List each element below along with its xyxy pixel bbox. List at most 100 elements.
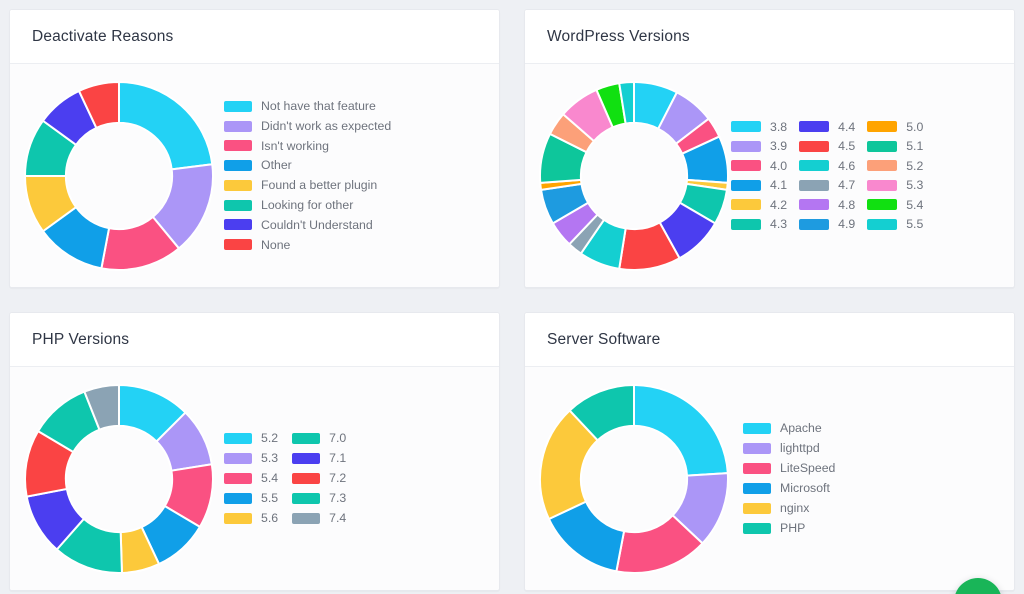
legend-item[interactable]: Isn't working	[224, 136, 391, 156]
legend-item[interactable]: 5.2	[224, 429, 278, 449]
donut-segment[interactable]	[118, 80, 214, 170]
legend-swatch-icon	[799, 140, 830, 152]
legend-item[interactable]: 7.3	[292, 489, 346, 509]
legend-label: 4.1	[770, 178, 788, 193]
card-title: WordPress Versions	[547, 27, 690, 45]
chart-legend-php-versions: 5.2 5.3 5.4 5.5 5.6 7.0 7.1 7.2 7.3 7.4	[214, 429, 485, 529]
legend-item[interactable]: 5.0	[867, 117, 923, 137]
legend-item[interactable]: 5.2	[867, 156, 923, 176]
legend-item[interactable]: PHP	[743, 519, 835, 539]
donut-chart-server-software[interactable]	[539, 383, 729, 574]
legend-swatch-icon	[743, 423, 771, 434]
card-deactivate-reasons: Deactivate Reasons Not have that feature…	[9, 9, 500, 288]
legend-item[interactable]: 5.3	[867, 176, 923, 196]
legend-swatch-icon	[867, 121, 898, 133]
legend-label: 7.1	[329, 451, 347, 466]
legend-swatch-icon	[224, 160, 252, 172]
legend-column: Apache lighttpd LiteSpeed Microsoft nginx PHP	[743, 419, 835, 539]
legend-swatch-icon	[743, 483, 771, 494]
card-title: Deactivate Reasons	[32, 27, 174, 45]
legend-swatch-icon	[224, 453, 252, 464]
legend-swatch-icon	[224, 513, 252, 524]
legend-item[interactable]: 4.8	[799, 195, 855, 215]
legend-item[interactable]: Other	[224, 156, 391, 176]
legend-item[interactable]: 5.4	[224, 469, 278, 489]
donut-chart-php-versions[interactable]	[24, 383, 214, 574]
legend-item[interactable]: 5.5	[867, 215, 923, 235]
donut-chart-deactivate-reasons[interactable]	[24, 80, 214, 271]
card-body: Not have that feature Didn't work as expe…	[10, 64, 499, 287]
legend-item[interactable]: 5.4	[867, 195, 923, 215]
legend-label: 5.5	[261, 491, 279, 506]
legend-label: 7.4	[329, 511, 347, 526]
card-body: 3.8 3.9 4.0 4.1 4.2 4.3 4.4 4.5 4.6 4.7 4.8 4.9 5.0 5…	[525, 64, 1014, 287]
legend-column: 4.4 4.5 4.6 4.7 4.8 4.9	[799, 117, 855, 234]
legend-label: Looking for other	[261, 198, 354, 213]
legend-item[interactable]: lighttpd	[743, 439, 835, 459]
chart-legend-wordpress-versions: 3.8 3.9 4.0 4.1 4.2 4.3 4.4 4.5 4.6 4.7 4.8 4.9 5.0 5…	[729, 117, 1000, 234]
legend-label: Isn't working	[261, 138, 329, 153]
legend-item[interactable]: Couldn't Understand	[224, 215, 391, 235]
legend-item[interactable]: 5.5	[224, 489, 278, 509]
chart-legend-server-software: Apache lighttpd LiteSpeed Microsoft nginx PHP	[729, 419, 1000, 539]
legend-item[interactable]: 4.9	[799, 215, 855, 235]
legend-label: Didn't work as expected	[261, 118, 392, 133]
legend-item[interactable]: 4.6	[799, 156, 855, 176]
legend-label: 4.0	[770, 158, 788, 173]
legend-swatch-icon	[224, 179, 252, 191]
legend-item[interactable]: Microsoft	[743, 479, 835, 499]
legend-swatch-icon	[731, 199, 761, 211]
legend-item[interactable]: None	[224, 235, 391, 255]
chart-legend-deactivate-reasons: Not have that feature Didn't work as expe…	[214, 96, 485, 254]
legend-item[interactable]: 7.0	[292, 429, 346, 449]
legend-item[interactable]: nginx	[743, 499, 835, 519]
legend-item[interactable]: Apache	[743, 419, 835, 439]
legend-swatch-icon	[224, 219, 252, 231]
legend-swatch-icon	[224, 199, 252, 211]
legend-swatch-icon	[731, 218, 761, 230]
donut-svg	[24, 80, 214, 271]
legend-label: 5.3	[261, 451, 279, 466]
legend-label: 5.6	[261, 511, 279, 526]
card-body: 5.2 5.3 5.4 5.5 5.6 7.0 7.1 7.2 7.3 7.4	[10, 367, 499, 590]
card-title: Server Software	[547, 330, 661, 348]
legend-swatch-icon	[743, 523, 771, 534]
legend-item[interactable]: 4.3	[731, 215, 787, 235]
legend-item[interactable]: 4.0	[731, 156, 787, 176]
legend-swatch-icon	[799, 179, 830, 191]
legend-column: 3.8 3.9 4.0 4.1 4.2 4.3	[731, 117, 787, 234]
legend-label: None	[261, 237, 291, 252]
legend-item[interactable]: 4.7	[799, 176, 855, 196]
legend-label: 4.5	[838, 139, 856, 154]
legend-swatch-icon	[731, 179, 761, 191]
legend-item[interactable]: 7.2	[292, 469, 346, 489]
card-header: WordPress Versions	[525, 10, 1014, 64]
legend-item[interactable]: 4.4	[799, 117, 855, 137]
legend-label: 7.2	[329, 471, 347, 486]
legend-item[interactable]: 3.9	[731, 137, 787, 157]
legend-item[interactable]: 3.8	[731, 117, 787, 137]
legend-item[interactable]: 7.1	[292, 449, 346, 469]
legend-label: Couldn't Understand	[261, 217, 373, 232]
legend-item[interactable]: Found a better plugin	[224, 176, 391, 196]
legend-item[interactable]: 5.6	[224, 509, 278, 529]
legend-item[interactable]: 4.5	[799, 137, 855, 157]
legend-label: 4.2	[770, 197, 788, 212]
legend-label: 4.3	[770, 217, 788, 232]
legend-label: 5.0	[906, 119, 924, 134]
legend-item[interactable]: 7.4	[292, 509, 346, 529]
legend-label: 4.8	[838, 197, 856, 212]
legend-label: Other	[261, 158, 292, 173]
legend-item[interactable]: 5.3	[224, 449, 278, 469]
legend-item[interactable]: 5.1	[867, 137, 923, 157]
legend-item[interactable]: Didn't work as expected	[224, 116, 391, 136]
legend-label: 4.6	[838, 158, 856, 173]
legend-item[interactable]: 4.1	[731, 176, 787, 196]
legend-item[interactable]: Not have that feature	[224, 96, 391, 116]
legend-item[interactable]: 4.2	[731, 195, 787, 215]
donut-segment[interactable]	[633, 383, 729, 477]
legend-item[interactable]: Looking for other	[224, 195, 391, 215]
legend-label: lighttpd	[780, 441, 820, 456]
legend-item[interactable]: LiteSpeed	[743, 459, 835, 479]
donut-chart-wordpress-versions[interactable]	[539, 80, 729, 271]
